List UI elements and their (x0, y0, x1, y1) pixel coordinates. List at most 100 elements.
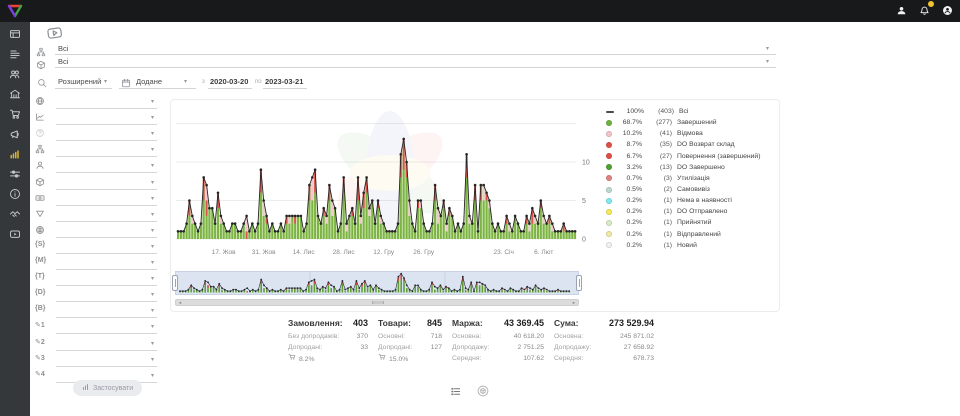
filter-row-pencil-1[interactable]: ✎1▾ (33, 320, 159, 335)
apply-button[interactable]: Застосувати (73, 380, 142, 396)
date-field-select[interactable]: Додане (136, 77, 162, 86)
sidebar-item-info[interactable] (0, 186, 30, 206)
legend-label: Прийнятий (677, 219, 711, 226)
scroll-right-icon[interactable]: ► (572, 300, 576, 305)
calendar-icon[interactable] (121, 75, 131, 93)
legend-item[interactable]: 8.7%(35)DO Возврат склад (606, 139, 776, 150)
stats-value: 43 369.45 (504, 318, 544, 328)
filter-row-funnel[interactable]: ▾ (33, 208, 159, 223)
chevron-down-icon: ▾ (104, 78, 107, 85)
filter-dropdown[interactable] (56, 111, 157, 125)
filter-dropdown[interactable] (56, 337, 157, 351)
globe-icon (35, 96, 45, 108)
profile-icon[interactable] (894, 3, 908, 17)
legend-label: Завершений (677, 119, 717, 126)
filter-dropdown[interactable] (56, 127, 157, 141)
navigator-left-handle[interactable] (172, 275, 178, 291)
filter-dropdown[interactable] (56, 288, 157, 302)
legend-count: (1) (646, 208, 672, 215)
svg-text:28. Лис: 28. Лис (333, 249, 356, 256)
legend-item[interactable]: 0.2%(1)DO Отправлено (606, 206, 776, 217)
date-from-input[interactable]: 2020-03-20 (210, 77, 248, 86)
product-filter-value[interactable]: Всі (58, 57, 68, 66)
filter-dropdown[interactable] (56, 176, 157, 190)
filter-dropdown[interactable] (56, 192, 157, 206)
filter-row-brace-s[interactable]: {S}▾ (33, 240, 159, 255)
sidebar-item-announce[interactable] (0, 126, 30, 146)
legend-count: (27) (646, 153, 672, 160)
scroll-left-icon[interactable]: ◄ (178, 300, 182, 305)
filter-dropdown[interactable] (56, 320, 157, 334)
filter-row-brace-m[interactable]: {M}▾ (33, 256, 159, 271)
bell-icon[interactable] (917, 3, 931, 17)
filter-row-pencil-2[interactable]: ✎2▾ (33, 337, 159, 352)
filter-row-trend[interactable]: ▾ (33, 111, 159, 126)
chevron-down-icon: ▾ (151, 179, 154, 186)
legend-item[interactable]: 0.2%(1)Відправлений (606, 229, 776, 240)
sidebar-item-customers[interactable] (0, 66, 30, 86)
account-icon[interactable] (940, 3, 954, 17)
sidebar-item-orders-list[interactable] (0, 46, 30, 66)
legend-item[interactable]: 100%(403)Всі (606, 106, 776, 117)
legend-item[interactable]: 68.7%(277)Завершений (606, 117, 776, 128)
svg-text:12. Гру: 12. Гру (373, 249, 395, 256)
filter-row-brace-b[interactable]: {B}▾ (33, 304, 159, 319)
app-logo[interactable] (6, 2, 24, 20)
legend-item[interactable]: 0.5%(2)Самовивіз (606, 184, 776, 195)
filter-row-brace-d[interactable]: {D}▾ (33, 288, 159, 303)
chart-scrollbar[interactable]: ◄ ► (175, 299, 579, 306)
filter-row-pencil-3[interactable]: ✎3▾ (33, 353, 159, 368)
filter-dropdown[interactable] (56, 256, 157, 270)
sidebar-item-statistics[interactable] (0, 146, 30, 166)
chart-legend: 100%(403)Всі68.7%(277)Завершений10.2%(41… (606, 106, 776, 251)
legend-item[interactable]: 10.2%(41)Відмова (606, 128, 776, 139)
source-filter-value[interactable]: Всі (58, 44, 68, 53)
filter-row-package[interactable]: ▾ (33, 176, 159, 191)
filter-dropdown[interactable] (56, 159, 157, 173)
filter-row-web[interactable]: ▾ (33, 224, 159, 239)
filter-dropdown[interactable] (56, 304, 157, 318)
legend-label: Відмова (677, 130, 703, 137)
pencil-2-icon: ✎2 (35, 338, 45, 346)
table-view-icon[interactable] (450, 384, 461, 402)
legend-dot-marker (606, 231, 612, 237)
legend-item[interactable]: 0.7%(3)Утилізація (606, 173, 776, 184)
filter-dropdown[interactable] (56, 224, 157, 238)
info-icon (9, 187, 21, 205)
filter-dropdown[interactable] (56, 240, 157, 254)
chevron-down-icon: ▾ (151, 307, 154, 314)
legend-item[interactable]: 3.2%(13)DO Завершено (606, 162, 776, 173)
filter-row-brace-t[interactable]: {T}▾ (33, 272, 159, 287)
scrollbar-grip[interactable] (372, 301, 384, 304)
legend-count: (277) (646, 119, 672, 126)
package-view-icon[interactable] (477, 384, 489, 402)
navigator-right-handle[interactable] (576, 275, 582, 291)
dashboard-icon (9, 27, 21, 45)
filter-dropdown[interactable] (56, 95, 157, 109)
sidebar-item-dashboard[interactable] (0, 26, 30, 46)
sidebar-item-cart[interactable] (0, 106, 30, 126)
stats-row-label: Середня: (554, 353, 583, 364)
filter-dropdown[interactable] (56, 208, 157, 222)
legend-item[interactable]: 0.2%(1)Новий (606, 240, 776, 251)
filter-dropdown[interactable] (56, 272, 157, 286)
legend-line-marker (606, 111, 614, 113)
filter-row-money[interactable]: ▾ (33, 192, 159, 207)
filter-dropdown[interactable] (56, 143, 157, 157)
legend-item[interactable]: 6.7%(27)Повернення (завершений) (606, 151, 776, 162)
sidebar-item-store[interactable] (0, 86, 30, 106)
sidebar-item-integrations[interactable] (0, 166, 30, 186)
date-to-input[interactable]: 2023-03-21 (265, 77, 303, 86)
legend-item[interactable]: 0.2%(1)Прийнятий (606, 217, 776, 228)
search-mode-select[interactable]: Розширений (58, 77, 101, 86)
sidebar-item-video[interactable] (0, 226, 30, 246)
chart-navigator[interactable] (175, 271, 579, 302)
filter-row-globe[interactable]: ▾ (33, 95, 159, 110)
filter-dropdown[interactable] (56, 353, 157, 367)
sidebar-item-partners[interactable] (0, 206, 30, 226)
filter-row-help[interactable]: ▾ (33, 127, 159, 142)
legend-item[interactable]: 0.2%(1)Нема в наявності (606, 195, 776, 206)
search-icon[interactable] (37, 75, 47, 93)
filter-row-contact[interactable]: ▾ (33, 159, 159, 174)
filter-row-hierarchy[interactable]: ▾ (33, 143, 159, 158)
